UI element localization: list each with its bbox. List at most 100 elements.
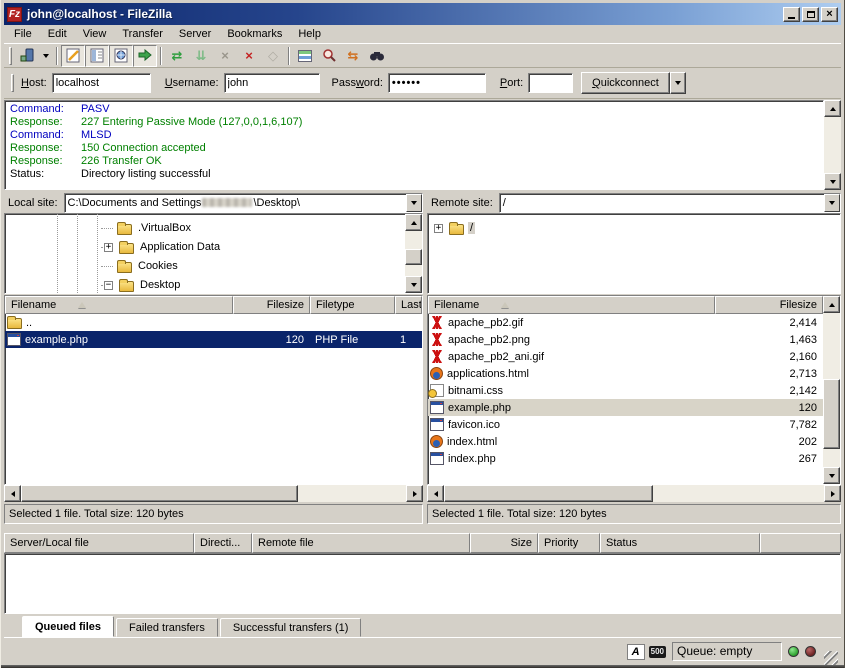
- file-row-selected[interactable]: example.php 120: [428, 399, 823, 416]
- tree-item[interactable]: + /: [434, 219, 475, 237]
- column-modified[interactable]: Last modified: [395, 296, 422, 314]
- toggle-queue-button[interactable]: [133, 45, 157, 67]
- filter-button[interactable]: [293, 45, 317, 67]
- password-input[interactable]: [388, 73, 486, 93]
- close-button[interactable]: ×: [821, 7, 838, 22]
- maximize-button[interactable]: [802, 7, 819, 22]
- file-row[interactable]: apache_pb2.gif 2,414: [428, 314, 823, 331]
- site-manager-dropdown-icon[interactable]: [43, 54, 49, 58]
- port-input[interactable]: [528, 73, 573, 93]
- resize-grip[interactable]: [824, 651, 838, 665]
- local-path-combo[interactable]: C:\Documents and Settings\Desktop\: [64, 193, 423, 213]
- file-row[interactable]: favicon.ico 7,782: [428, 416, 823, 433]
- column-priority[interactable]: Priority: [538, 533, 600, 553]
- tree-item[interactable]: + Application Data: [104, 238, 222, 256]
- scrollbar-thumb[interactable]: [444, 485, 653, 502]
- scroll-down-icon[interactable]: [823, 467, 840, 484]
- local-hscrollbar[interactable]: [4, 485, 423, 502]
- scroll-down-icon[interactable]: [405, 276, 422, 293]
- combo-dropdown-button[interactable]: [406, 194, 422, 212]
- scroll-down-icon[interactable]: [824, 173, 841, 190]
- remote-hscrollbar[interactable]: [427, 485, 841, 502]
- tree-item[interactable]: − Desktop: [104, 276, 182, 293]
- column-filesize[interactable]: Filesize: [715, 296, 823, 314]
- sync-browse-button[interactable]: ⇆: [341, 45, 365, 67]
- scrollbar-thumb[interactable]: [823, 379, 840, 449]
- process-queue-icon: ⇊: [196, 49, 207, 62]
- log-scrollbar[interactable]: [824, 100, 841, 190]
- expand-icon[interactable]: +: [104, 243, 113, 252]
- local-treeview-icon: [90, 48, 105, 63]
- file-row[interactable]: index.php 267: [428, 450, 823, 467]
- tree-item[interactable]: Cookies: [115, 257, 180, 275]
- file-row[interactable]: ..: [5, 314, 422, 331]
- scrollbar-thumb[interactable]: [405, 249, 422, 265]
- scroll-up-icon[interactable]: [823, 296, 840, 313]
- collapse-icon[interactable]: −: [104, 281, 113, 290]
- menu-transfer[interactable]: Transfer: [114, 26, 171, 42]
- file-row[interactable]: applications.html 2,713: [428, 365, 823, 382]
- toggle-log-button[interactable]: [61, 45, 85, 67]
- menu-file[interactable]: File: [6, 26, 40, 42]
- site-manager-button[interactable]: [15, 45, 39, 67]
- speedlimit-badge-icon[interactable]: 500: [649, 646, 666, 658]
- file-row[interactable]: apache_pb2_ani.gif 2,160: [428, 348, 823, 365]
- tab-failed-transfers[interactable]: Failed transfers: [116, 618, 218, 637]
- scroll-up-icon[interactable]: [405, 214, 422, 231]
- tab-successful-transfers[interactable]: Successful transfers (1): [220, 618, 362, 637]
- scroll-left-icon[interactable]: [427, 485, 444, 502]
- process-queue-button[interactable]: ⇊: [189, 45, 213, 67]
- scroll-up-icon[interactable]: [824, 100, 841, 117]
- reconnect-button[interactable]: ◇: [261, 45, 285, 67]
- scroll-right-icon[interactable]: [406, 485, 423, 502]
- menu-help[interactable]: Help: [290, 26, 329, 42]
- quickbar-grip[interactable]: [11, 74, 14, 92]
- remote-path-combo[interactable]: /: [499, 193, 841, 213]
- column-filename[interactable]: Filename: [428, 296, 715, 314]
- column-filename[interactable]: Filename: [5, 296, 233, 314]
- quickconnect-button[interactable]: Quickconnect: [581, 72, 670, 94]
- file-row[interactable]: apache_pb2.png 1,463: [428, 331, 823, 348]
- remote-list-scrollbar[interactable]: [823, 296, 840, 484]
- refresh-button[interactable]: ⇄: [165, 45, 189, 67]
- column-direction[interactable]: Directi...: [194, 533, 252, 553]
- quickconnect-dropdown-button[interactable]: [670, 72, 686, 94]
- column-filetype[interactable]: Filetype: [310, 296, 395, 314]
- column-status[interactable]: Status: [600, 533, 760, 553]
- toolbar-grip[interactable]: [9, 47, 12, 65]
- scrollbar-thumb[interactable]: [21, 485, 298, 502]
- scroll-left-icon[interactable]: [4, 485, 21, 502]
- transfer-queue-icon: [137, 49, 153, 63]
- scroll-right-icon[interactable]: [824, 485, 841, 502]
- file-row-selected[interactable]: example.php 120 PHP File 1: [5, 331, 422, 348]
- expand-icon[interactable]: +: [434, 224, 443, 233]
- column-server-local-file[interactable]: Server/Local file: [4, 533, 194, 553]
- username-input[interactable]: [224, 73, 320, 93]
- tree-item[interactable]: .VirtualBox: [115, 219, 193, 237]
- menu-edit[interactable]: Edit: [40, 26, 75, 42]
- combo-dropdown-button[interactable]: [824, 194, 840, 212]
- column-size[interactable]: Size: [470, 533, 538, 553]
- tree-row: Local site: C:\Documents and Settings\De…: [4, 192, 841, 294]
- cancel-button[interactable]: ×: [213, 45, 237, 67]
- find-button[interactable]: [365, 45, 389, 67]
- queue-list[interactable]: [4, 553, 841, 614]
- column-remote-file[interactable]: Remote file: [252, 533, 470, 553]
- compare-button[interactable]: [317, 45, 341, 67]
- minimize-button[interactable]: [783, 7, 800, 22]
- host-input[interactable]: [52, 73, 151, 93]
- file-row[interactable]: index.html 202: [428, 433, 823, 450]
- datatype-indicator-icon[interactable]: A: [627, 644, 645, 660]
- menu-server[interactable]: Server: [171, 26, 219, 42]
- disconnect-button[interactable]: ×: [237, 45, 261, 67]
- menu-bookmarks[interactable]: Bookmarks: [219, 26, 290, 42]
- tab-queued-files[interactable]: Queued files: [22, 616, 114, 637]
- apache-file-icon: [436, 316, 438, 329]
- toggle-local-tree-button[interactable]: [85, 45, 109, 67]
- menu-view[interactable]: View: [75, 26, 115, 42]
- toggle-remote-tree-button[interactable]: [109, 45, 133, 67]
- folder-icon: [117, 224, 132, 235]
- column-filesize[interactable]: Filesize: [233, 296, 310, 314]
- local-tree-scrollbar[interactable]: [405, 214, 422, 293]
- file-row[interactable]: bitnami.css 2,142: [428, 382, 823, 399]
